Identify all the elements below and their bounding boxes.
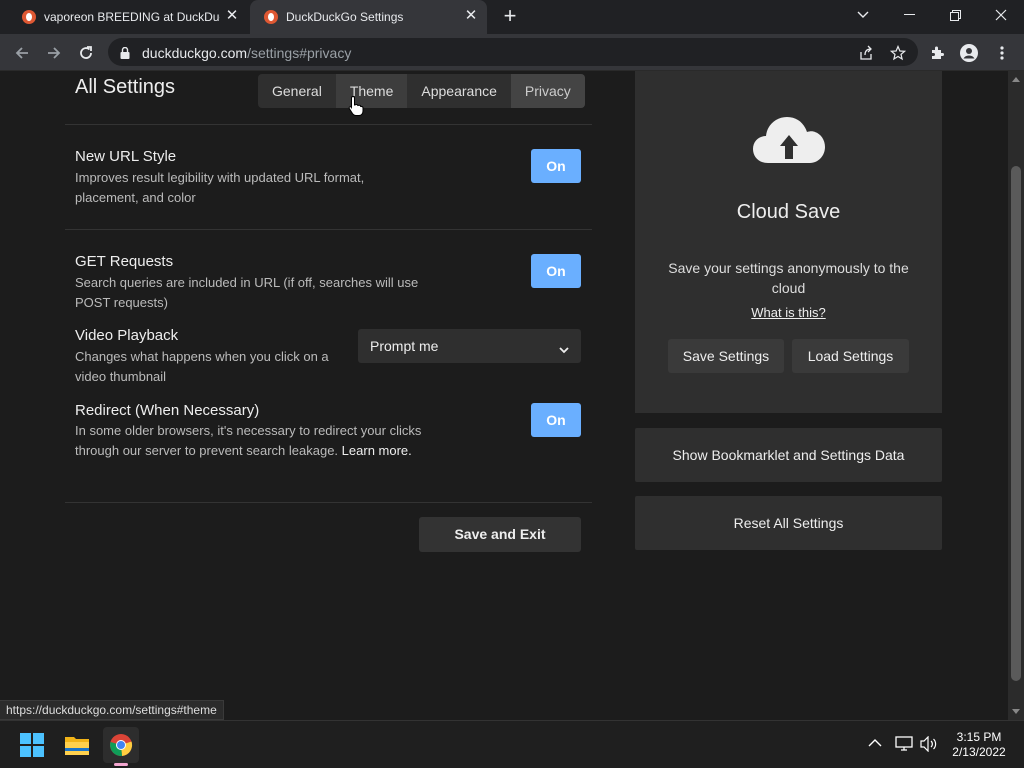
get-requests-toggle[interactable]: On <box>531 254 581 288</box>
tab-theme[interactable]: Theme <box>335 74 408 108</box>
select-value: Prompt me <box>370 338 439 354</box>
setting-description: In some older browsers, it's necessary t… <box>75 423 422 458</box>
tab-strip: vaporeon BREEDING at DuckDuc ✕ DuckDuckG… <box>0 0 1024 34</box>
chevron-down-icon <box>559 341 569 357</box>
reload-icon[interactable] <box>73 40 99 66</box>
new-tab-button[interactable]: + <box>498 5 522 29</box>
cloud-save-description: Save your settings anonymously to the cl… <box>668 260 909 296</box>
active-app-indicator <box>114 763 128 766</box>
tab-search-icon[interactable] <box>840 0 886 30</box>
show-bookmarklet-button[interactable]: Show Bookmarklet and Settings Data <box>635 428 942 482</box>
link-status-bar: https://duckduckgo.com/settings#theme <box>0 700 224 720</box>
redirect-toggle[interactable]: On <box>531 403 581 437</box>
divider <box>65 502 592 503</box>
settings-page: All Settings General Theme Appearance Pr… <box>0 71 1008 720</box>
setting-title: Video Playback <box>75 327 179 344</box>
url-text: duckduckgo.com/settings#privacy <box>142 45 352 61</box>
tray-chevron-icon[interactable] <box>868 738 882 747</box>
taskbar: 3:15 PM 2/13/2022 <box>0 720 1024 768</box>
reset-all-settings-button[interactable]: Reset All Settings <box>635 496 942 550</box>
star-icon[interactable] <box>885 40 911 66</box>
file-explorer-icon[interactable] <box>59 727 95 763</box>
cloud-upload-icon <box>753 117 825 163</box>
page-scrollbar[interactable] <box>1008 71 1024 720</box>
clock-time: 3:15 PM <box>956 730 1002 744</box>
load-settings-button[interactable]: Load Settings <box>792 339 909 373</box>
duckduckgo-favicon-icon <box>264 10 278 24</box>
settings-tabs: General Theme Appearance Privacy <box>258 74 585 108</box>
video-playback-select[interactable]: Prompt me <box>358 329 581 363</box>
scrollbar-thumb[interactable] <box>1011 166 1021 681</box>
chrome-icon[interactable] <box>103 727 139 766</box>
divider <box>65 229 592 230</box>
setting-title: New URL Style <box>75 148 177 165</box>
taskbar-clock[interactable]: 3:15 PM 2/13/2022 <box>944 730 1014 760</box>
lock-icon[interactable] <box>120 46 130 64</box>
tab-general[interactable]: General <box>258 74 336 108</box>
what-is-this-link[interactable]: What is this? <box>635 305 942 320</box>
forward-icon[interactable] <box>41 40 67 66</box>
cloud-save-title: Cloud Save <box>736 201 841 223</box>
setting-title: Redirect (When Necessary) <box>75 402 260 419</box>
new-url-style-toggle[interactable]: On <box>531 149 581 183</box>
setting-description: Search queries are included in URL (if o… <box>75 275 419 310</box>
setting-description: Changes what happens when you click on a… <box>75 349 329 384</box>
tab-privacy[interactable]: Privacy <box>510 74 585 108</box>
share-icon[interactable] <box>853 40 879 66</box>
cloud-save-panel: Cloud Save Save your settings anonymousl… <box>635 71 942 413</box>
volume-icon[interactable] <box>920 736 938 752</box>
hand-cursor-icon <box>348 95 364 116</box>
windows-start-icon[interactable] <box>14 727 50 763</box>
setting-description: Improves result legibility with updated … <box>75 170 365 205</box>
close-window-button[interactable] <box>978 0 1024 30</box>
network-icon[interactable] <box>895 736 913 752</box>
tab-title: DuckDuckGo Settings <box>286 10 404 24</box>
browser-tab-active[interactable]: DuckDuckGo Settings ✕ <box>250 0 487 34</box>
minimize-button[interactable] <box>886 0 932 30</box>
browser-toolbar: duckduckgo.com/settings#privacy <box>0 34 1024 71</box>
page-title: All Settings <box>75 76 176 98</box>
scroll-down-arrow-icon[interactable] <box>1012 709 1020 714</box>
profile-icon[interactable] <box>956 40 982 66</box>
setting-title: GET Requests <box>75 253 174 270</box>
scroll-up-arrow-icon[interactable] <box>1012 77 1020 82</box>
close-tab-icon[interactable]: ✕ <box>224 8 240 24</box>
extensions-icon[interactable] <box>924 40 950 66</box>
save-settings-button[interactable]: Save Settings <box>668 339 784 373</box>
duckduckgo-favicon-icon <box>22 10 36 24</box>
tab-title: vaporeon BREEDING at DuckDuc <box>44 10 220 24</box>
learn-more-link[interactable]: Learn more. <box>342 443 412 458</box>
menu-icon[interactable] <box>989 40 1015 66</box>
back-icon[interactable] <box>9 40 35 66</box>
save-and-exit-button[interactable]: Save and Exit <box>419 517 581 552</box>
browser-tab[interactable]: vaporeon BREEDING at DuckDuc ✕ <box>8 0 248 34</box>
clock-date: 2/13/2022 <box>952 745 1006 759</box>
restore-button[interactable] <box>932 0 978 30</box>
address-bar[interactable]: duckduckgo.com/settings#privacy <box>108 38 918 66</box>
divider <box>65 124 592 125</box>
tab-appearance[interactable]: Appearance <box>407 74 511 108</box>
close-tab-icon[interactable]: ✕ <box>463 8 479 24</box>
